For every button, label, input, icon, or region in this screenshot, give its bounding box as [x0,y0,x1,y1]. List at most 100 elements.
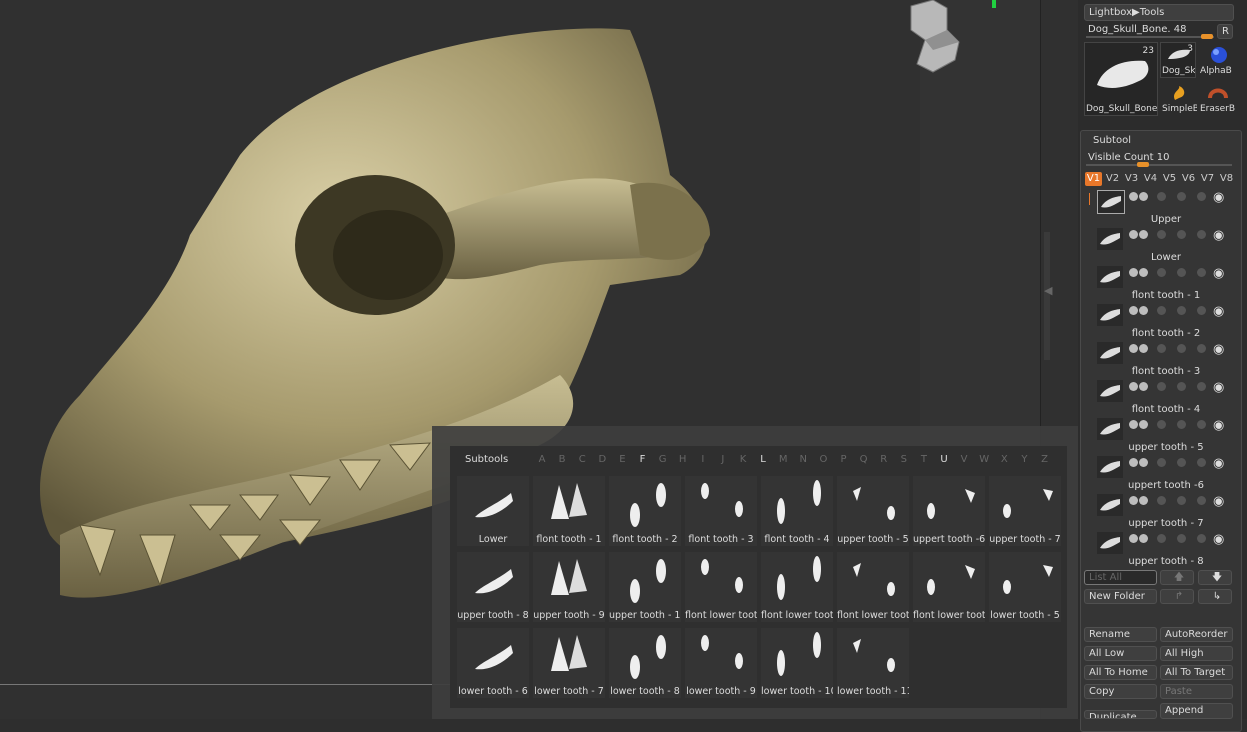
alphabet-letter-k[interactable]: K [737,454,749,465]
all-to-target-button[interactable]: All To Target [1160,665,1233,680]
subtool-toggle-icon[interactable] [1139,382,1148,391]
subtool-row[interactable]: ◉ flont tooth - 4 [1097,380,1235,418]
alphabet-letter-s[interactable]: S [898,454,910,465]
alphabet-letter-j[interactable]: J [717,454,729,465]
version-tab-v8[interactable]: V8 [1218,172,1235,186]
subtool-row[interactable]: ◉ flont tooth - 1 [1097,266,1235,304]
down-right-arrow-icon[interactable]: ↳ [1198,589,1232,604]
all-to-home-button[interactable]: All To Home [1084,665,1157,680]
duplicate-button[interactable]: Duplicate [1084,710,1157,719]
alphabet-letter-p[interactable]: P [838,454,850,465]
alphabet-letter-z[interactable]: Z [1039,454,1051,465]
alphabet-letter-a[interactable]: A [536,454,548,465]
subtool-cell[interactable]: Lower [457,476,529,546]
subtool-toggle-icon[interactable] [1139,496,1148,505]
alphabet-letter-n[interactable]: N [797,454,809,465]
visible-count-track[interactable] [1086,164,1232,166]
new-folder-button[interactable]: New Folder [1084,589,1157,604]
subtool-cell[interactable]: upper tooth - 8 [457,552,529,622]
visibility-eye-icon[interactable]: ◉ [1213,190,1224,205]
alphabet-letter-h[interactable]: H [677,454,689,465]
tool-slot-dog-skull[interactable]: 3 Dog_Sk [1160,42,1196,78]
subtool-row[interactable]: ◉ upper tooth - 5 [1097,418,1235,456]
visibility-eye-icon[interactable]: ◉ [1213,380,1224,395]
subtool-toggle-icon[interactable] [1197,496,1206,505]
version-tab-v4[interactable]: V4 [1142,172,1159,186]
subtool-toggle-icon[interactable] [1197,268,1206,277]
subtool-toggle-icon[interactable] [1177,458,1186,467]
subtool-toggle-icon[interactable] [1197,458,1206,467]
visibility-eye-icon[interactable]: ◉ [1213,304,1224,319]
lightbox-tools-button[interactable]: Lightbox▶Tools [1084,4,1234,21]
alphabet-letter-e[interactable]: E [616,454,628,465]
subtool-toggle-icon[interactable] [1139,420,1148,429]
visibility-eye-icon[interactable]: ◉ [1213,342,1224,357]
subtool-toggle-icon[interactable] [1139,268,1148,277]
subtool-toggle-icon[interactable] [1139,458,1148,467]
subtool-row[interactable]: ◉ flont tooth - 2 [1097,304,1235,342]
subtool-toggle-icon[interactable] [1197,382,1206,391]
alphabet-letter-r[interactable]: R [878,454,890,465]
auto-reorder-button[interactable]: AutoReorder [1160,627,1233,642]
subtool-toggle-icon[interactable] [1197,306,1206,315]
alphabet-letter-d[interactable]: D [596,454,608,465]
alphabet-letter-w[interactable]: W [978,454,990,465]
visibility-eye-icon[interactable]: ◉ [1213,532,1224,547]
list-all-input[interactable]: List All [1084,570,1157,585]
version-tab-v6[interactable]: V6 [1180,172,1197,186]
redo-arrow-icon[interactable]: ↱ [1160,589,1194,604]
tool-slider-track[interactable] [1086,36,1214,38]
subtool-toggle-icon[interactable] [1157,230,1166,239]
subtool-row[interactable]: ◉ flont tooth - 3 [1097,342,1235,380]
tool-slot-simpleb[interactable]: SimpleB [1160,80,1198,116]
subtool-toggle-icon[interactable] [1197,534,1206,543]
version-tab-v2[interactable]: V2 [1104,172,1121,186]
subtool-title[interactable]: Subtool [1093,135,1131,146]
alphabet-letter-u[interactable]: U [938,454,950,465]
subtool-toggle-icon[interactable] [1157,496,1166,505]
subtool-toggle-icon[interactable] [1157,534,1166,543]
subtool-row[interactable]: ◉ upper tooth - 8 [1097,532,1235,570]
subtool-cell[interactable]: flont tooth - 2 [609,476,681,546]
subtool-cell[interactable]: lower tooth - 11 [837,628,909,698]
alphabet-letter-c[interactable]: C [576,454,588,465]
visibility-eye-icon[interactable]: ◉ [1213,418,1224,433]
subtool-cell[interactable]: upper tooth - 5 [837,476,909,546]
subtool-toggle-icon[interactable] [1129,344,1138,353]
alphabet-letter-t[interactable]: T [918,454,930,465]
subtool-cell[interactable]: lower tooth - 6 [457,628,529,698]
subtool-cell[interactable]: flont tooth - 4 [761,476,833,546]
alphabet-letter-l[interactable]: L [757,454,769,465]
version-tab-v5[interactable]: V5 [1161,172,1178,186]
subtool-toggle-icon[interactable] [1129,268,1138,277]
visibility-eye-icon[interactable]: ◉ [1213,228,1224,243]
subtool-toggle-icon[interactable] [1139,344,1148,353]
alphabet-letter-g[interactable]: G [657,454,669,465]
subtool-toggle-icon[interactable] [1177,382,1186,391]
alphabet-letter-x[interactable]: X [998,454,1010,465]
subtool-toggle-icon[interactable] [1129,382,1138,391]
alphabet-letter-b[interactable]: B [556,454,568,465]
visible-count-knob[interactable] [1137,162,1149,167]
subtool-toggle-icon[interactable] [1177,192,1186,201]
alphabet-letter-f[interactable]: F [637,454,649,465]
alphabet-letter-y[interactable]: Y [1018,454,1030,465]
subtool-toggle-icon[interactable] [1177,306,1186,315]
subtool-toggle-icon[interactable] [1157,192,1166,201]
subtool-cell[interactable]: flont lower tooth [761,552,833,622]
subtool-cell[interactable]: upper tooth - 7 [989,476,1061,546]
visibility-eye-icon[interactable]: ◉ [1213,266,1224,281]
subtool-toggle-icon[interactable] [1197,420,1206,429]
append-button[interactable]: Append [1160,703,1233,719]
subtool-cell[interactable]: upper tooth - 9 [533,552,605,622]
copy-button[interactable]: Copy [1084,684,1157,699]
subtool-cell[interactable]: lower tooth - 8 [609,628,681,698]
subtool-toggle-icon[interactable] [1129,230,1138,239]
list-scroll-marker[interactable] [1089,193,1090,205]
all-high-button[interactable]: All High [1160,646,1233,661]
subtool-toggle-icon[interactable] [1197,192,1206,201]
tool-slot-alphab[interactable]: AlphaB [1198,42,1236,78]
subtool-cell[interactable]: lower tooth - 5 [989,552,1061,622]
move-down-arrow-icon[interactable]: 🡇 [1198,570,1232,585]
alphabet-letter-v[interactable]: V [958,454,970,465]
